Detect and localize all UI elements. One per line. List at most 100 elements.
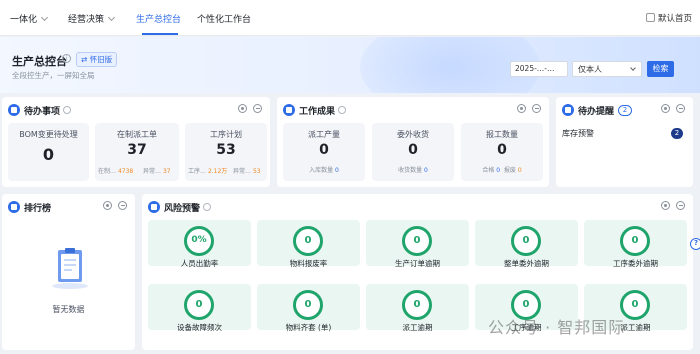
stat-label: 工序计划: [210, 130, 242, 139]
chevron-down-icon: [107, 13, 116, 22]
risk-label: 派工逾期: [402, 323, 433, 332]
stat-value: 53: [216, 142, 236, 158]
info-icon[interactable]: [338, 106, 347, 114]
stat-sub-abnormal: 异常… 37: [143, 168, 171, 175]
help-icon[interactable]: ?: [690, 238, 700, 250]
chevron-down-icon: [40, 13, 49, 22]
gauge-ring: 0: [293, 226, 323, 256]
risk-label: 人员出勤率: [180, 259, 219, 268]
collapse-icon[interactable]: [118, 201, 127, 210]
stat-report-quantity[interactable]: 报工数量 0 合格 0 报废 0: [461, 123, 543, 181]
gauge-ring: 0: [184, 290, 214, 320]
stat-value: 0: [42, 145, 55, 164]
info-icon[interactable]: i: [62, 54, 71, 63]
info-icon[interactable]: [63, 106, 72, 114]
nav-item-production-console[interactable]: 生产总控台: [136, 12, 181, 25]
stat-value: 0: [497, 142, 507, 158]
risk-label: 工序委外逾期: [613, 259, 658, 268]
settings-icon[interactable]: [238, 104, 247, 113]
ranking-icon: [8, 201, 20, 213]
reminder-item-stock-alert[interactable]: 库存预警: [562, 128, 594, 139]
stat-sub-received: 收货数量 0: [398, 167, 428, 174]
todo-card: 待办事项 BOM变更待处理 0 在制派工单 37 在制… 4738 异常… 37…: [2, 97, 270, 187]
stat-process-plan[interactable]: 工序计划 53 工序… 2.12万 异常… 53: [185, 123, 267, 181]
card-title: 待办提醒: [578, 106, 615, 117]
stat-sub-wip: 在制… 4738: [98, 168, 134, 175]
risk-item-outsource-overdue[interactable]: 0 整单委外逾期: [475, 220, 578, 268]
stat-sub-abnormal: 异常… 53: [233, 168, 261, 175]
results-card: 工作成果 派工产量 0 入库数量 0 委外收货 0 收货数量 0 报工数量 0 …: [277, 97, 549, 187]
collapse-icon[interactable]: [676, 104, 685, 113]
risk-item-equipment-failure[interactable]: 0 设备故障频次: [148, 284, 251, 332]
risk-item-order-overdue[interactable]: 0 生产订单逾期: [366, 220, 469, 268]
stat-label: 报工数量: [486, 130, 518, 139]
empty-state-text: 暂无数据: [52, 305, 85, 314]
top-nav: 一体化 经营决策 生产总控台 个性化工作台 默认首页: [0, 0, 700, 36]
reminder-item-count: 2: [671, 128, 683, 139]
default-home-toggle[interactable]: 默认首页: [645, 12, 692, 24]
risk-label: 物料报废率: [289, 259, 328, 268]
search-button[interactable]: 检索: [647, 61, 674, 77]
empty-clipboard-icon: [52, 248, 88, 289]
stat-sub-quality: 合格 0 报废 0: [482, 167, 522, 174]
stat-bom-pending[interactable]: BOM变更待处理 0: [8, 123, 89, 181]
collapse-icon[interactable]: [253, 104, 262, 113]
chevron-down-icon: [630, 65, 636, 71]
date-field[interactable]: 2025-…-…: [510, 61, 568, 77]
nav-item-integration[interactable]: 一体化: [10, 12, 49, 25]
card-header: 风险预警: [148, 200, 212, 214]
checkbox[interactable]: [645, 13, 655, 22]
settings-icon[interactable]: [661, 201, 670, 210]
risk-label: 生产订单逾期: [395, 259, 440, 268]
stat-label: 委外收货: [397, 130, 429, 139]
card-header: 排行榜: [8, 200, 51, 214]
page-subtitle: 全段控生产，一屏知全局: [12, 71, 95, 80]
reminder-card: 待办提醒 2 库存预警 2: [556, 97, 693, 187]
settings-icon[interactable]: [661, 104, 670, 113]
stat-value: 0: [319, 142, 329, 158]
card-header: 工作成果: [283, 103, 347, 117]
stat-label: BOM变更待处理: [19, 130, 78, 139]
risk-item-attendance[interactable]: 0% 人员出勤率: [148, 220, 251, 268]
risk-item-scrap-rate[interactable]: 0 物料报废率: [257, 220, 360, 268]
card-header: 待办提醒 2: [562, 103, 633, 117]
gauge-ring: 0: [293, 290, 323, 320]
stat-label: 派工产量: [308, 130, 340, 139]
stat-label: 在制派工单: [117, 130, 157, 139]
gauge-ring: 0: [402, 290, 432, 320]
stat-dispatch-output[interactable]: 派工产量 0 入库数量 0: [283, 123, 365, 181]
gauge-ring: 0: [620, 226, 650, 256]
stat-wip-dispatch[interactable]: 在制派工单 37 在制… 4738 异常… 37: [95, 123, 179, 181]
page-header: 生产总控台 i ⇄ 怀旧版 全段控生产，一屏知全局 2025-…-… 仅本人 检…: [0, 37, 700, 93]
card-header: 待办事项: [8, 103, 72, 117]
nav-item-business-decision[interactable]: 经营决策: [68, 12, 116, 25]
settings-icon[interactable]: [517, 104, 526, 113]
gauge-ring: 0: [402, 226, 432, 256]
page-title: 生产总控台: [12, 55, 67, 68]
info-icon[interactable]: [203, 203, 212, 211]
active-tab-indicator: [142, 33, 178, 35]
card-title: 工作成果: [299, 106, 336, 117]
risk-item-dispatch-overdue[interactable]: 0 派工逾期: [366, 284, 469, 332]
reminder-count-badge: 2: [618, 104, 633, 116]
gauge-ring: 0%: [184, 226, 214, 256]
risk-item-process-outsource-overdue[interactable]: 0 工序委外逾期: [584, 220, 687, 268]
stat-value: 37: [127, 142, 147, 158]
collapse-icon[interactable]: [676, 201, 685, 210]
card-title: 风险预警: [164, 203, 201, 214]
old-version-button[interactable]: ⇄ 怀旧版: [76, 52, 118, 67]
risk-label: 整单委外逾期: [504, 259, 549, 268]
risk-item-material-kit[interactable]: 0 物料齐套 (单): [257, 284, 360, 332]
nav-item-personal-workbench[interactable]: 个性化工作台: [197, 12, 251, 25]
todo-icon: [8, 104, 20, 116]
stat-value: 0: [408, 142, 418, 158]
stat-sub-process: 工序… 2.12万: [188, 168, 228, 175]
risk-label: 设备故障频次: [177, 323, 222, 332]
scope-select[interactable]: 仅本人: [572, 61, 642, 77]
settings-icon[interactable]: [103, 201, 112, 210]
stat-outsource-receipt[interactable]: 委外收货 0 收货数量 0: [372, 123, 454, 181]
ranking-card: 排行榜 暂无数据: [2, 194, 135, 350]
collapse-icon[interactable]: [532, 104, 541, 113]
card-title: 待办事项: [24, 106, 61, 117]
stat-sub-inbound: 入库数量 0: [309, 167, 339, 174]
